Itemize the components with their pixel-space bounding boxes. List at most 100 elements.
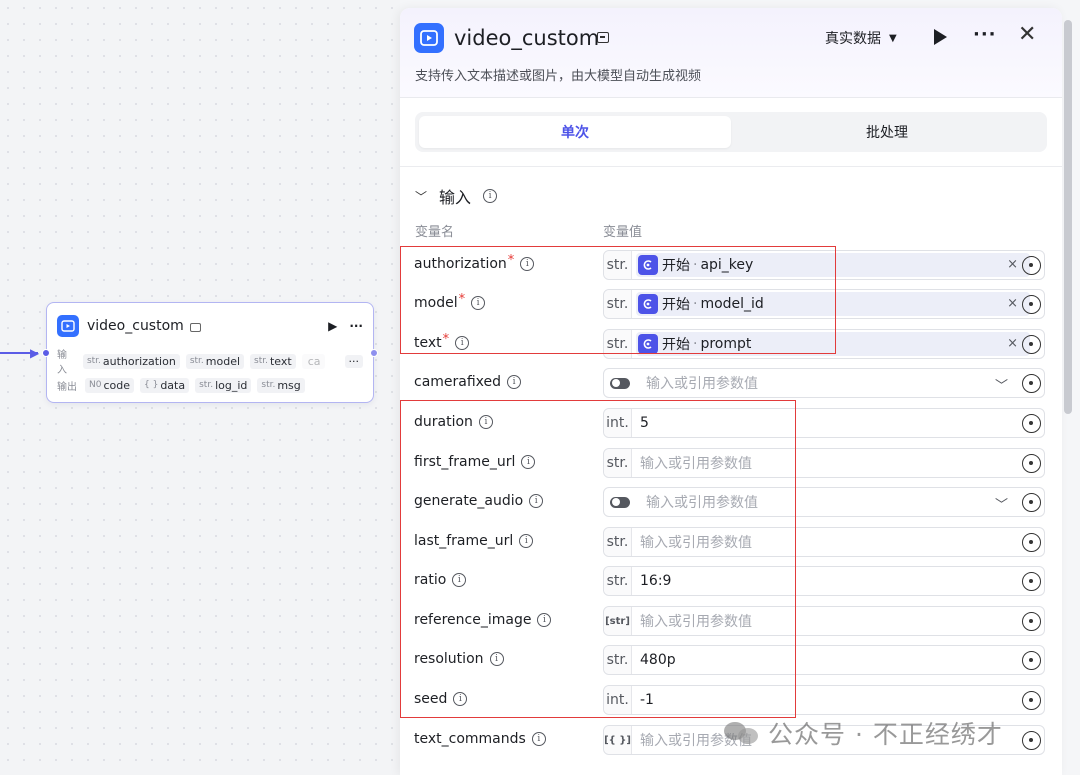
param-name: duration i bbox=[414, 414, 493, 430]
type-tag: str. bbox=[604, 290, 632, 318]
node-input-label: 输入 bbox=[57, 350, 67, 376]
variable-reference[interactable]: 开始 · model_id bbox=[636, 292, 1030, 316]
reference-target-icon[interactable] bbox=[1022, 335, 1041, 354]
info-icon[interactable]: i bbox=[471, 296, 486, 310]
ref-separator: · bbox=[693, 336, 698, 352]
start-node-icon bbox=[638, 255, 658, 275]
reference-target-icon[interactable] bbox=[1022, 533, 1041, 552]
reference-target-icon[interactable] bbox=[1022, 414, 1041, 433]
clear-icon[interactable]: × bbox=[1007, 336, 1018, 351]
type-tag: str. bbox=[604, 330, 632, 358]
param-row-text-commands: text_commands i [{ }] 输入或引用参数值 bbox=[400, 725, 1062, 757]
param-value-field[interactable]: str. 输入或引用参数值 bbox=[603, 527, 1045, 557]
param-name-label: resolution bbox=[414, 651, 484, 667]
tab-batch[interactable]: 批处理 bbox=[731, 116, 1043, 148]
param-value-field[interactable]: 输入或引用参数值 ﹀ bbox=[603, 487, 1045, 517]
info-icon[interactable]: i bbox=[453, 692, 468, 706]
clear-icon[interactable]: × bbox=[1007, 296, 1018, 311]
info-icon[interactable]: i bbox=[531, 732, 546, 746]
boolean-toggle[interactable] bbox=[610, 377, 630, 389]
template-icon bbox=[189, 322, 201, 332]
param-name-label: model bbox=[414, 295, 458, 311]
template-icon bbox=[597, 32, 609, 43]
column-header-value: 变量值 bbox=[603, 225, 643, 240]
chevron-down-icon[interactable]: ﹀ bbox=[995, 375, 1008, 394]
ref-source-label: 开始 bbox=[662, 297, 690, 313]
boolean-toggle[interactable] bbox=[610, 496, 630, 508]
type-tag: str. bbox=[604, 528, 632, 556]
info-icon[interactable]: i bbox=[529, 494, 544, 508]
param-value-field[interactable]: str. 输入或引用参数值 bbox=[603, 448, 1045, 478]
chevron-down-icon[interactable]: ﹀ bbox=[415, 188, 427, 205]
workflow-canvas[interactable]: ▶ video_custom ▶ ··· 输入 str. authorizatio… bbox=[0, 0, 400, 775]
input-section-header[interactable]: ﹀ 输入 i bbox=[415, 184, 498, 208]
param-value-field[interactable]: str. 开始 · api_key × bbox=[603, 250, 1045, 280]
info-icon[interactable]: i bbox=[520, 257, 535, 271]
data-mode-dropdown[interactable]: 真实数据 ▼ bbox=[825, 28, 897, 48]
param-value[interactable]: 5 bbox=[640, 415, 649, 431]
chevron-down-icon[interactable]: ﹀ bbox=[995, 494, 1008, 513]
variable-reference[interactable]: 开始 · prompt bbox=[636, 332, 1030, 356]
run-icon[interactable] bbox=[931, 27, 949, 47]
info-icon[interactable]: i bbox=[455, 336, 470, 350]
info-icon[interactable]: i bbox=[537, 613, 552, 627]
param-value[interactable]: 480p bbox=[640, 652, 676, 668]
type-tag: str. bbox=[604, 449, 632, 477]
reference-target-icon[interactable] bbox=[1022, 572, 1041, 591]
tab-single[interactable]: 单次 bbox=[419, 116, 731, 148]
close-icon[interactable]: ✕ bbox=[1018, 22, 1036, 47]
info-icon[interactable]: i bbox=[507, 375, 522, 389]
info-icon[interactable]: i bbox=[519, 534, 534, 548]
param-value-field[interactable]: str. 16:9 bbox=[603, 566, 1045, 596]
param-name-label: text_commands bbox=[414, 731, 526, 747]
required-mark: * bbox=[442, 331, 450, 347]
node-run-icon[interactable]: ▶ bbox=[328, 319, 337, 333]
param-name: first_frame_url i bbox=[414, 454, 536, 470]
reference-target-icon[interactable] bbox=[1022, 612, 1041, 631]
param-row-seed: seed i int. -1 bbox=[400, 685, 1062, 717]
param-value-field[interactable]: str. 开始 · model_id × bbox=[603, 289, 1045, 319]
param-value-field[interactable]: int. 5 bbox=[603, 408, 1045, 438]
reference-target-icon[interactable] bbox=[1022, 374, 1041, 393]
node-more-icon[interactable]: ··· bbox=[349, 319, 363, 333]
info-icon[interactable]: i bbox=[452, 573, 467, 587]
reference-target-icon[interactable] bbox=[1022, 691, 1041, 710]
info-icon[interactable]: i bbox=[483, 189, 498, 203]
start-node-icon bbox=[638, 334, 658, 354]
reference-target-icon[interactable] bbox=[1022, 295, 1041, 314]
param-name: authorization * i bbox=[414, 253, 535, 272]
param-placeholder: 输入或引用参数值 bbox=[640, 614, 752, 630]
ref-source-label: 开始 bbox=[662, 337, 690, 353]
node-input-chip: str. text bbox=[250, 353, 296, 369]
param-placeholder: 输入或引用参数值 bbox=[640, 535, 752, 551]
param-value-field[interactable]: int. -1 bbox=[603, 685, 1045, 715]
video-custom-node[interactable]: video_custom ▶ ··· 输入 str. authorization … bbox=[42, 302, 378, 403]
panel-scrollbar[interactable] bbox=[1064, 20, 1072, 414]
clear-icon[interactable]: × bbox=[1007, 257, 1018, 272]
info-icon[interactable]: i bbox=[521, 455, 536, 469]
param-row-generate-audio: generate_audio i 输入或引用参数值 ﹀ bbox=[400, 487, 1062, 519]
reference-target-icon[interactable] bbox=[1022, 256, 1041, 275]
param-value-field[interactable]: 输入或引用参数值 ﹀ bbox=[603, 368, 1045, 398]
param-name-label: text bbox=[414, 335, 442, 351]
param-value[interactable]: 16:9 bbox=[640, 573, 671, 589]
param-value[interactable]: -1 bbox=[640, 692, 654, 708]
param-value-field[interactable]: str. 480p bbox=[603, 645, 1045, 675]
reference-target-icon[interactable] bbox=[1022, 454, 1041, 473]
reference-target-icon[interactable] bbox=[1022, 493, 1041, 512]
more-options-button[interactable]: ··· bbox=[973, 24, 997, 45]
node-output-port[interactable] bbox=[370, 349, 378, 357]
info-icon[interactable]: i bbox=[489, 652, 504, 666]
reference-target-icon[interactable] bbox=[1022, 731, 1041, 750]
info-icon[interactable]: i bbox=[478, 415, 493, 429]
node-title: video_custom bbox=[87, 318, 184, 334]
param-value-field[interactable]: str. 开始 · prompt × bbox=[603, 329, 1045, 359]
variable-reference[interactable]: 开始 · api_key bbox=[636, 253, 1030, 277]
node-input-port[interactable] bbox=[42, 349, 50, 357]
section-title: 输入 bbox=[439, 188, 472, 207]
param-value-field[interactable]: [str] 输入或引用参数值 bbox=[603, 606, 1045, 636]
param-value-field[interactable]: [{ }] 输入或引用参数值 bbox=[603, 725, 1045, 755]
node-inputs-more-button[interactable]: ··· bbox=[344, 354, 363, 368]
reference-target-icon[interactable] bbox=[1022, 651, 1041, 670]
param-row-resolution: resolution i str. 480p bbox=[400, 645, 1062, 677]
